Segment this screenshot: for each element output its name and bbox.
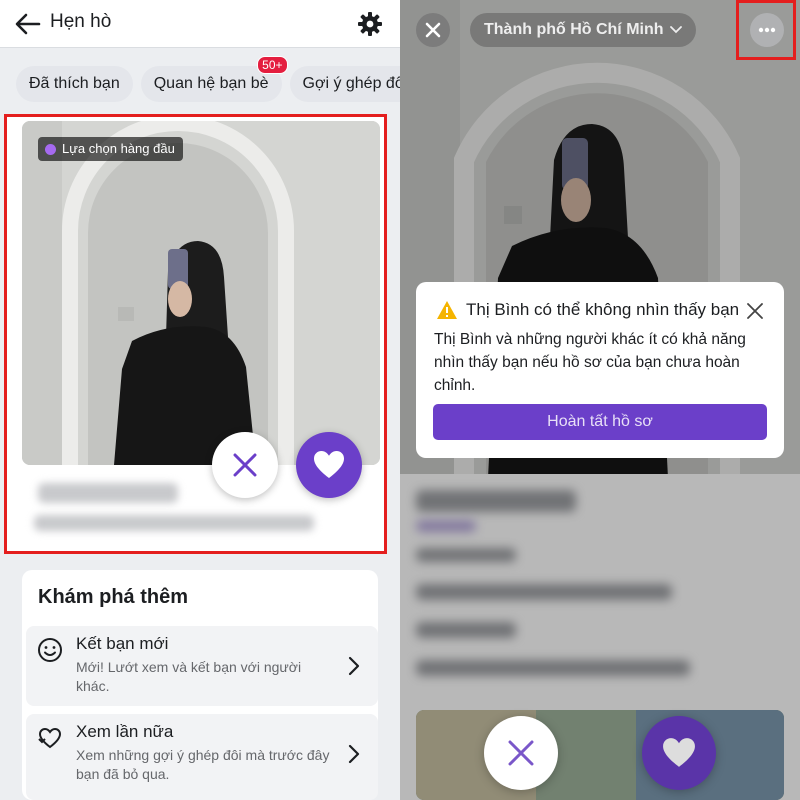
chip-label: Gợi ý ghép đôi [302, 75, 401, 92]
blurred-name [38, 483, 178, 503]
like-button[interactable] [642, 716, 716, 790]
chevron-right-icon [344, 654, 364, 678]
chevron-down-icon [669, 26, 682, 34]
city-label: Thành phố Hồ Chí Minh [484, 21, 664, 38]
close-icon [425, 22, 441, 38]
back-arrow-icon [15, 13, 41, 35]
back-button[interactable] [12, 8, 44, 40]
chip-label: Đã thích bạn [29, 75, 120, 92]
chevron-right-icon [344, 742, 364, 766]
more-icon [758, 27, 776, 33]
close-profile-button[interactable] [416, 13, 450, 47]
tag-dot [45, 143, 56, 155]
close-icon [508, 740, 534, 766]
pass-button[interactable] [212, 432, 278, 498]
chip-liked-you[interactable]: Đã thích bạn [16, 66, 133, 102]
blurred-detail [34, 515, 314, 531]
page-title: Hẹn hò [50, 11, 112, 32]
heart-icon [663, 738, 695, 767]
top-bar: Hẹn hò [0, 0, 400, 48]
item-title: Kết bạn mới [76, 634, 169, 653]
dating-home-panel: Hẹn hò Đã thích bạn Quan hệ bạn bè 50+ G… [0, 0, 400, 800]
notice-title: Thị Bình có thể không nhìn thấy bạn [466, 300, 740, 319]
app-root: Hẹn hò Đã thích bạn Quan hệ bạn bè 50+ G… [0, 0, 800, 800]
heart-icon [314, 451, 344, 478]
close-icon [233, 453, 257, 477]
chip-suggestions[interactable]: Gợi ý ghép đôi [289, 66, 401, 102]
explore-item-second-look[interactable]: Xem lần nữa Xem những gợi ý ghép đôi mà … [26, 714, 378, 800]
notice-close-button[interactable] [744, 300, 766, 322]
smiley-icon [36, 636, 64, 664]
chip-label: Quan hệ bạn bè [153, 75, 269, 92]
pass-button[interactable] [484, 716, 558, 790]
warning-icon [437, 301, 457, 319]
notice-header: Thị Bình có thể không nhìn thấy bạn [436, 300, 739, 320]
item-title: Xem lần nữa [76, 722, 174, 741]
chip-friends[interactable]: Quan hệ bạn bè 50+ [140, 56, 288, 102]
top-pick-tag: Lựa chọn hàng đầu [38, 137, 183, 161]
rewind-heart-icon [36, 724, 64, 752]
complete-profile-button[interactable]: Hoàn tất hồ sơ [433, 404, 767, 440]
explore-item-new-friends[interactable]: Kết bạn mới Mới! Lướt xem và kết bạn với… [26, 626, 378, 706]
tag-label: Lựa chọn hàng đầu [62, 141, 175, 156]
item-description: Mới! Lướt xem và kết bạn với người khác. [76, 659, 302, 694]
city-selector[interactable]: Thành phố Hồ Chí Minh [470, 13, 696, 47]
filter-chips: Đã thích bạn Quan hệ bạn bè 50+ Gợi ý ghé… [16, 56, 401, 102]
notice-body: Thị Bình và những người khác ít có khả n… [434, 331, 746, 394]
settings-button[interactable] [354, 8, 386, 40]
more-options-button[interactable] [750, 13, 784, 47]
profile-photo[interactable] [22, 121, 380, 465]
count-badge: 50+ [257, 56, 288, 74]
section-title: Khám phá thêm [38, 586, 189, 608]
like-button[interactable] [296, 432, 362, 498]
photo-image [22, 121, 380, 465]
item-description: Xem những gợi ý ghép đôi mà trước đây bạ… [76, 747, 330, 782]
gear-icon [358, 12, 382, 36]
close-icon [747, 303, 763, 319]
